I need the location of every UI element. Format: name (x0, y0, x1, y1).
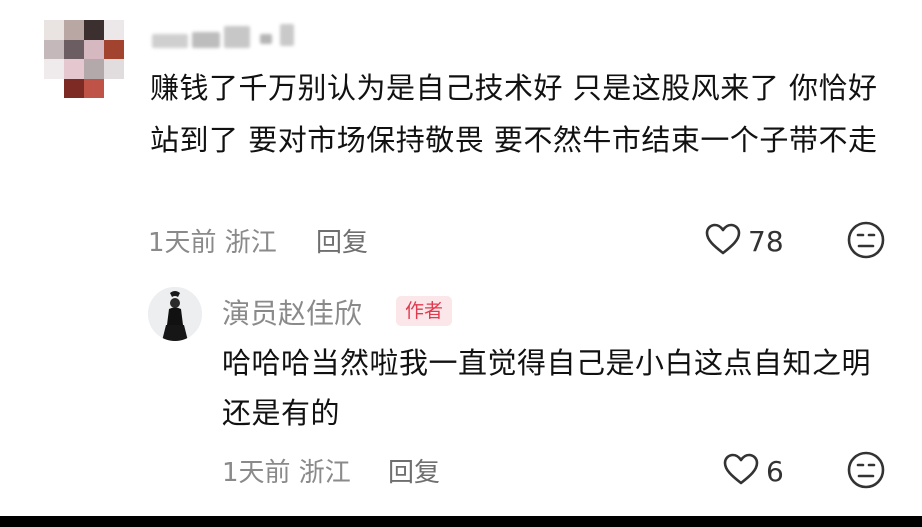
reply-username[interactable]: 演员赵佳欣 (222, 292, 362, 332)
comment-reply-button[interactable]: 回复 (316, 222, 368, 259)
comment-body: 赚钱了千万别认为是自己技术好 只是这股风来了 你恰好站到了 要对市场保持敬畏 要… (150, 71, 878, 157)
comment-like-count: 78 (748, 224, 784, 258)
reply-body: 哈哈哈当然啦我一直觉得自己是小白这点自知之明还是有的 (222, 346, 872, 430)
reply-meta: 1天前 浙江 (222, 458, 351, 488)
commenter-avatar[interactable] (44, 20, 124, 98)
comment-thread: 赚钱了千万别认为是自己技术好 只是这股风来了 你恰好站到了 要对市场保持敬畏 要… (0, 0, 922, 516)
neutral-face-icon[interactable] (846, 220, 886, 264)
author-badge: 作者 (396, 296, 453, 326)
commenter-username-redacted[interactable] (152, 22, 312, 52)
neutral-face-icon[interactable] (846, 450, 886, 494)
comment-like-button[interactable]: 78 (704, 222, 784, 260)
heart-outline-icon (704, 222, 742, 260)
reply-like-button[interactable]: 6 (722, 452, 784, 490)
heart-outline-icon (722, 452, 760, 490)
reply-reply-button[interactable]: 回复 (388, 452, 440, 489)
reply-avatar[interactable] (148, 287, 202, 341)
reply-like-count: 6 (766, 454, 784, 488)
comment-meta: 1天前 浙江 (148, 228, 277, 258)
bottom-edge-bar (0, 516, 922, 527)
